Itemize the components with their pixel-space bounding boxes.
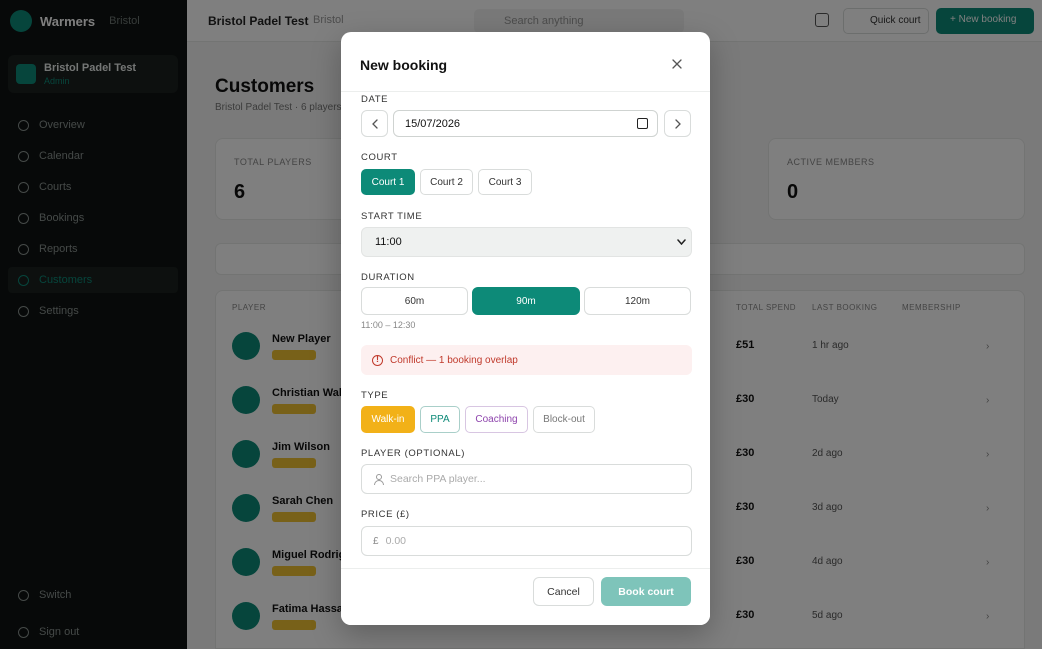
- type-ppa-button[interactable]: PPA: [420, 406, 460, 433]
- conflict-alert: Conflict — 1 booking overlap: [361, 345, 692, 375]
- court-3-button[interactable]: Court 3: [478, 169, 532, 195]
- duration-label: DURATION: [361, 272, 415, 283]
- book-court-button[interactable]: Book court: [601, 577, 691, 606]
- time-range: 11:00 – 12:30: [361, 320, 416, 330]
- player-label: PLAYER (OPTIONAL): [361, 448, 465, 459]
- type-label: TYPE: [361, 390, 389, 401]
- modal-header: New booking: [341, 32, 710, 92]
- court-2-button[interactable]: Court 2: [420, 169, 473, 195]
- duration-120m-button[interactable]: 120m: [584, 287, 691, 315]
- price-placeholder: 0.00: [385, 535, 406, 547]
- modal-title: New booking: [360, 57, 448, 73]
- price-label: PRICE (£): [361, 509, 410, 520]
- date-field[interactable]: 15/07/2026: [393, 110, 658, 137]
- start-time-select[interactable]: 11:00: [361, 227, 692, 257]
- price-input[interactable]: £ 0.00: [361, 526, 692, 556]
- close-button[interactable]: [667, 54, 687, 74]
- court-label: COURT: [361, 152, 398, 163]
- chevron-right-icon: [674, 118, 681, 129]
- currency-symbol: £: [373, 535, 379, 547]
- court-1-button[interactable]: Court 1: [361, 169, 415, 195]
- cancel-button[interactable]: Cancel: [533, 577, 594, 606]
- next-date-button[interactable]: [664, 110, 691, 137]
- user-icon: [373, 474, 384, 485]
- new-booking-modal: New booking DATE 15/07/2026 COURT Court …: [341, 32, 710, 625]
- player-placeholder: Search PPA player...: [390, 473, 486, 485]
- alert-icon: [372, 354, 383, 366]
- chevron-left-icon: [371, 118, 378, 129]
- start-time-value: 11:00: [375, 236, 402, 248]
- date-value: 15/07/2026: [405, 117, 461, 130]
- duration-60m-button[interactable]: 60m: [361, 287, 468, 315]
- calendar-icon[interactable]: [637, 118, 648, 129]
- type-block-out-button[interactable]: Block-out: [533, 406, 595, 433]
- date-label: DATE: [361, 94, 389, 105]
- type-walk-in-button[interactable]: Walk-in: [361, 406, 415, 433]
- type-coaching-button[interactable]: Coaching: [465, 406, 528, 433]
- start-time-label: START TIME: [361, 211, 423, 222]
- duration-90m-button[interactable]: 90m: [472, 287, 580, 315]
- modal-footer: Cancel Book court: [341, 568, 710, 625]
- conflict-text: Conflict — 1 booking overlap: [390, 354, 518, 366]
- chevron-down-icon: [677, 239, 686, 245]
- player-search-input[interactable]: Search PPA player...: [361, 464, 692, 494]
- close-icon: [672, 59, 682, 69]
- prev-date-button[interactable]: [361, 110, 388, 137]
